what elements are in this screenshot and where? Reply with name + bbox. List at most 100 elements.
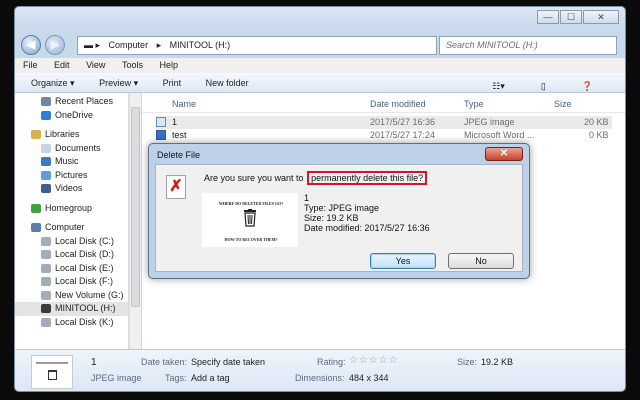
sidebar-item-label: MINITOOL (H:) [55,303,116,313]
sidebar-item-label: Videos [55,183,83,193]
navigation-pane: Recent Places OneDrive Libraries Documents M… [15,93,129,349]
command-bar: Organize ▾ Preview ▾ Print New folder ☷▾… [15,73,625,93]
new-folder-button[interactable]: New folder [206,73,249,93]
red-x-icon: ✗ [169,178,183,195]
organize-button[interactable]: Organize ▾ [31,73,75,93]
trash-bin-icon [244,209,256,227]
column-date-modified[interactable]: Date modified [370,99,426,109]
sidebar-item-local-disk-c[interactable]: Local Disk (C:) [15,235,128,249]
file-type: Microsoft Word ... [464,130,535,140]
tags-label: Tags: [165,373,187,383]
file-date: 2017/5/27 16:36 [370,117,436,127]
disk-icon [41,277,51,286]
menu-file[interactable]: File [23,58,38,73]
homegroup-icon [31,203,41,213]
date-taken-label: Date taken: [141,357,188,367]
dimensions-label: Dimensions: [295,373,345,383]
sidebar-item-minitool-h[interactable]: MINITOOL (H:) [15,302,128,316]
sidebar-item-label: Recent Places [55,96,114,106]
sidebar-item-local-disk-d[interactable]: Local Disk (D:) [15,248,128,262]
music-icon [41,157,51,166]
size-label: Size: [457,357,478,367]
trash-bin-icon [48,370,57,380]
file-type: JPEG image [464,117,515,127]
jpeg-file-icon [156,117,166,127]
dialog-file-type: Type: JPEG image [304,203,380,213]
date-taken-value[interactable]: Specify date taken [191,357,265,367]
onedrive-icon [41,110,51,120]
computer-icon [31,223,41,232]
sidebar-item-recent-places[interactable]: Recent Places [15,95,128,109]
forward-button[interactable]: ▶ [45,35,65,55]
delete-file-dialog: Delete File ✕ ✗ Are you sure you want to… [148,143,530,279]
sidebar-item-label: Local Disk (K:) [55,316,114,327]
sidebar-item-pictures[interactable]: Pictures [15,169,128,183]
sidebar-item-onedrive[interactable]: OneDrive [15,109,128,123]
rating-stars-icon[interactable]: ☆☆☆☆☆ [349,355,399,366]
disk-icon [41,236,51,246]
menu-bar: File Edit View Tools Help [15,58,625,73]
size-value: 19.2 KB [481,357,514,367]
sidebar-item-videos[interactable]: Videos [15,182,128,196]
sidebar-item-label: Computer [45,222,85,232]
sidebar-item-label: Local Disk (E:) [55,262,114,273]
minimize-button[interactable]: — [537,10,559,24]
thumbnail-text-line [36,362,68,364]
file-size: 0 KB [589,130,609,140]
dialog-title: Delete File [157,150,201,160]
title-bar: — ☐ ✕ [15,7,625,31]
delete-question: Are you sure you want to permanently del… [204,171,428,185]
dialog-body: ✗ Are you sure you want to permanently d… [155,164,523,272]
file-name: 1 [172,117,178,127]
column-size[interactable]: Size [554,99,572,109]
preview-subheading: HOW TO RECOVER THEM? [224,237,278,242]
file-preview-image: WHERE DO DELETED FILES GO? HOW TO RECOVE… [202,193,298,247]
sidebar-item-libraries[interactable]: Libraries [15,128,128,142]
sidebar-item-homegroup[interactable]: Homegroup [15,202,128,216]
tags-value[interactable]: Add a tag [191,373,230,383]
menu-view[interactable]: View [86,58,105,73]
address-bar[interactable]: ▬ ▸ Computer ▸ MINITOOL (H:) [77,36,437,55]
menu-tools[interactable]: Tools [122,58,143,73]
drive-icon: ▬ ▸ [84,40,101,50]
disk-icon [41,250,51,259]
sidebar-item-label: Local Disk (C:) [55,235,115,246]
disk-icon [41,263,51,273]
sidebar-item-local-disk-f[interactable]: Local Disk (F:) [15,275,128,289]
disk-icon [41,290,51,300]
sidebar-item-label: New Volume (G:) [55,289,124,300]
sidebar-item-local-disk-e[interactable]: Local Disk (E:) [15,262,128,276]
pictures-icon [41,170,51,180]
close-button[interactable]: ✕ [583,10,619,24]
maximize-button[interactable]: ☐ [560,10,582,24]
search-input[interactable]: Search MINITOOL (H:) [439,36,617,55]
yes-button[interactable]: Yes [370,253,436,269]
sidebar-item-label: OneDrive [55,109,94,120]
sidebar-item-music[interactable]: Music [15,155,128,169]
videos-icon [41,184,51,193]
breadcrumb-minitool[interactable]: MINITOOL (H:) [170,40,231,50]
menu-help[interactable]: Help [159,58,178,73]
print-button[interactable]: Print [163,73,182,93]
no-button[interactable]: No [448,253,514,269]
dialog-file-size: Size: 19.2 KB [304,213,359,223]
dialog-close-button[interactable]: ✕ [485,147,523,161]
breadcrumb-computer[interactable]: Computer [109,40,149,50]
preview-button[interactable]: Preview ▾ [99,73,138,93]
column-name[interactable]: Name [172,99,196,109]
sidebar-item-documents[interactable]: Documents [15,142,128,156]
sidebar-item-computer[interactable]: Computer [15,221,128,235]
file-info: 1 Type: JPEG image Size: 19.2 KB Date mo… [304,193,430,233]
address-row: ◀ ▶ ▬ ▸ Computer ▸ MINITOOL (H:) Search … [15,33,625,55]
sidebar-item-new-volume-g[interactable]: New Volume (G:) [15,289,128,303]
column-type[interactable]: Type [464,99,484,109]
sidebar-item-local-disk-k[interactable]: Local Disk (K:) [15,316,128,330]
file-row-test[interactable]: test 2017/5/27 17:24 Microsoft Word ... … [156,129,612,142]
scrollbar-thumb[interactable] [131,107,140,307]
file-row-1[interactable]: 1 2017/5/27 16:36 JPEG image 20 KB [156,116,612,129]
navigation-scrollbar[interactable] [129,93,141,349]
dimensions-value: 484 x 344 [349,373,389,383]
menu-edit[interactable]: Edit [54,58,70,73]
question-prefix: Are you sure you want to [204,173,304,183]
back-button[interactable]: ◀ [21,35,41,55]
